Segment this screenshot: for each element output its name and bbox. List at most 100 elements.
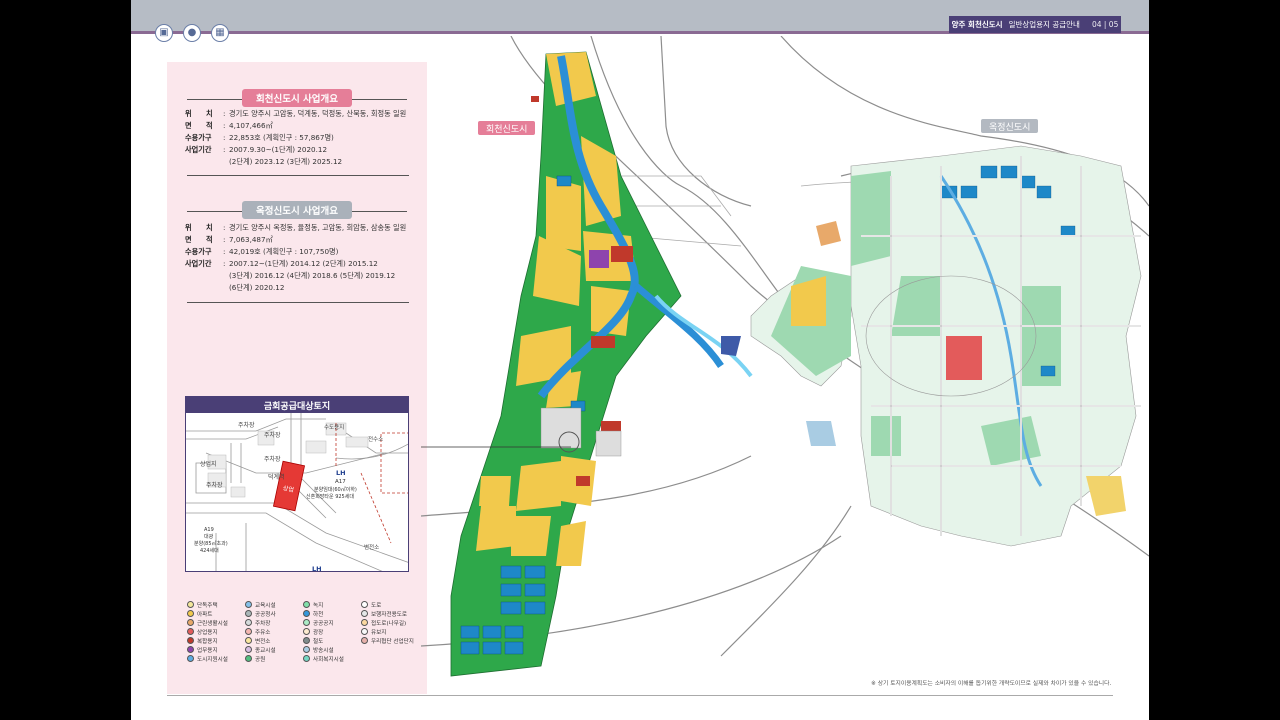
a19-desc: 분양(85㎡초과) [194, 540, 228, 547]
legend-item: 변전소 [245, 636, 301, 645]
legend-swatch [245, 628, 252, 635]
legend-item: 종교시설 [245, 645, 301, 654]
info-key [185, 282, 223, 294]
location-pin-icon[interactable]: ● [183, 24, 201, 42]
legend-label: 업무용지 [197, 647, 218, 654]
info-value: 22,853호 (계획인구 : 57,867명) [229, 133, 334, 142]
info-key: 위 치 [185, 223, 213, 232]
okjeong-map-tag: 옥정신도시 [981, 119, 1039, 133]
info-key: 수용가구 [185, 247, 212, 256]
divider [187, 175, 409, 176]
legend-item: 우리협단 선업단지 [361, 636, 417, 645]
info-key [185, 270, 223, 282]
okjeong-overview-heading: 옥정신도시 사업개요 [187, 201, 407, 219]
parcel-label: 수도용지 [324, 423, 344, 431]
info-value: 4,107,466㎡ [229, 121, 273, 130]
legend-label: 유보지 [371, 629, 387, 636]
car-icon[interactable]: ▣ [155, 24, 173, 42]
okjeong-commercial-block [946, 336, 982, 380]
substation-label: 변전소 [364, 543, 379, 551]
legend-item: 상업용지 [187, 627, 243, 636]
map-footnote: ※ 상기 토지이용계획도는 소비자의 이해를 돕기위한 개략도이므로 실제와 차… [871, 681, 1112, 687]
info-row: (2단계) 2023.12 (3단계) 2025.12 [185, 156, 415, 168]
legend-item: 공원 [245, 654, 301, 663]
a19-desc: 대광 [204, 533, 214, 540]
legend-swatch [303, 637, 310, 644]
legend-label: 하천 [313, 611, 324, 618]
a17-desc: 분양임대(60㎡이하) [314, 486, 357, 493]
legend-label: 녹지 [313, 602, 324, 609]
info-row: (6단계) 2020.12 [185, 282, 415, 294]
legend-swatch [303, 619, 310, 626]
info-value: (6단계) 2020.12 [229, 283, 285, 292]
legend-swatch [361, 628, 368, 635]
legend-swatch [303, 655, 310, 662]
legend-swatch [245, 637, 252, 644]
legend-item: 광장 [303, 627, 359, 636]
legend-item: 근린생활시설 [187, 618, 243, 627]
info-row: 사업기간:2007.12~(1단계) 2014.12 (2단계) 2015.12 [185, 258, 415, 270]
okjeong-overview-title: 옥정신도시 사업개요 [242, 201, 352, 219]
legend-label: 광장 [313, 629, 324, 636]
legend-swatch [361, 610, 368, 617]
hoecheon-overview-title: 회천신도시 사업개요 [242, 89, 352, 107]
legend-label: 복합용지 [197, 638, 218, 645]
info-value: (3단계) 2016.12 (4단계) 2018.6 (5단계) 2019.12 [229, 271, 396, 280]
legend-item: 주유소 [245, 627, 301, 636]
legend-swatch [361, 601, 368, 608]
lh-label: LH [336, 469, 346, 477]
legend-label: 도로 [371, 602, 382, 609]
legend-swatch [187, 646, 194, 653]
building-icon[interactable]: ▦ [211, 24, 229, 42]
info-row: 수용가구:42,019호 (계획인구 : 107,750명) [185, 246, 415, 258]
legend-item: 업무용지 [187, 645, 243, 654]
info-row: 면 적:4,107,466㎡ [185, 120, 415, 132]
info-key: 수용가구 [185, 133, 212, 142]
info-value: 7,063,487㎡ [229, 235, 273, 244]
hoecheon-map-tag: 회천신도시 [478, 121, 536, 135]
legend-item: 도시지원시설 [187, 654, 243, 663]
legend-swatch [361, 637, 368, 644]
a19-label: A19 [204, 527, 214, 533]
info-value: 2007.12~(1단계) 2014.12 (2단계) 2015.12 [229, 259, 378, 268]
legend-label: 사회복지시설 [313, 656, 344, 663]
legend-item: 주차장 [245, 618, 301, 627]
land-use-map [421, 36, 1149, 677]
legend-item: 보행자전용도로 [361, 609, 417, 618]
commercial-label: 상업지 [200, 460, 217, 468]
bottom-rule [167, 695, 1113, 696]
legend-swatch [303, 628, 310, 635]
legend-item: 하천 [303, 609, 359, 618]
legend-item: 복합용지 [187, 636, 243, 645]
legend-item: 녹지 [303, 600, 359, 609]
legend-label: 근린생활시설 [197, 620, 228, 627]
info-row: 사업기간:2007.9.30~(1단계) 2020.12 [185, 144, 415, 156]
legend-column: 녹지 하천 공공공지 광장 철도 방송시설 사회복지시설 [303, 600, 359, 663]
info-key: 사업기간 [185, 145, 212, 154]
legend-column: 교육시설 공공청사 주차장 주유소 변전소 종교시설 공원 [245, 600, 301, 663]
parking-label: 주차장 [206, 481, 223, 489]
legend-label: 우리협단 선업단지 [371, 638, 414, 645]
legend-label: 도시지원시설 [197, 656, 228, 663]
parcel-label: 전수소 [368, 435, 383, 443]
info-key [185, 156, 223, 168]
info-value: 경기도 양주시 고암동, 덕계동, 덕정동, 산북동, 회정동 일원 [229, 109, 407, 118]
legend-item: 접도로(나무길) [361, 618, 417, 627]
lh-label: LH [312, 565, 322, 572]
divider [187, 302, 409, 303]
a17-label: A17 [335, 479, 346, 485]
info-row: 위 치: 경기도 양주시 고암동, 덕계동, 덕정동, 산북동, 회정동 일원 [185, 108, 415, 120]
parking-label: 주차장 [238, 421, 255, 429]
legend-item: 도로 [361, 600, 417, 609]
deokgye-station-label: 덕계역 [268, 473, 285, 481]
legend-swatch [361, 619, 368, 626]
legend-swatch [245, 655, 252, 662]
a19-desc: 424세대 [200, 547, 219, 554]
legend-label: 철도 [313, 638, 324, 645]
info-key: 면 적 [185, 235, 213, 244]
legend-swatch [187, 628, 194, 635]
hoecheon-overview-info: 위 치: 경기도 양주시 고암동, 덕계동, 덕정동, 산북동, 회정동 일원 면 … [185, 108, 415, 168]
info-key: 사업기간 [185, 259, 212, 268]
legend-label: 주차장 [255, 620, 271, 627]
inset-title: 금회공급대상토지 [186, 397, 408, 413]
